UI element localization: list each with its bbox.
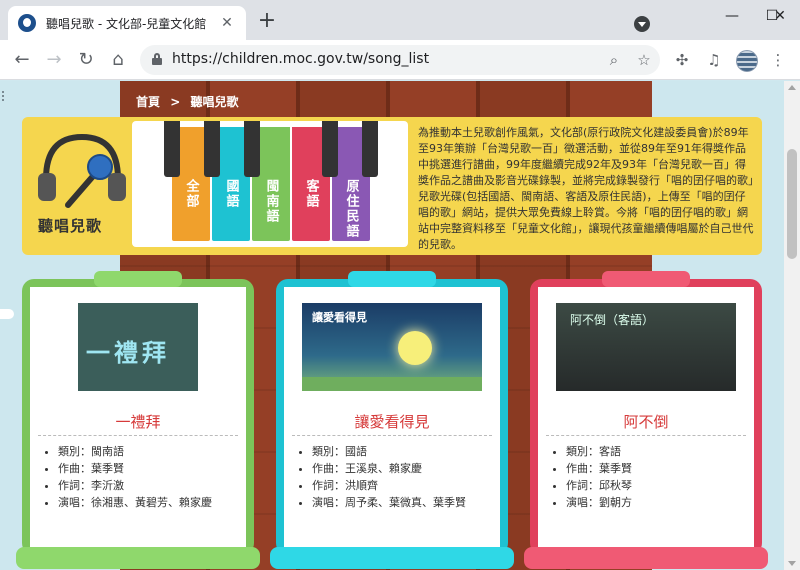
browser-tab[interactable]: 聽唱兒歌 - 文化部-兒童文化館 ✕ (8, 6, 246, 40)
page-scrollbar[interactable] (784, 81, 800, 570)
song-card-body: 阿不倒（客語） 阿不倒 類別：客語 作曲：葉季賢 作詞：邱秋琴 演唱：劉朝方 (538, 287, 754, 547)
zoom-icon[interactable]: ⌕ (604, 50, 624, 70)
song-card[interactable]: 一禮拜 一禮拜 類別：閩南語 作曲：葉季賢 作詞：李沂激 演唱：徐湘惠、黃碧芳、… (16, 271, 260, 569)
card-base (524, 547, 768, 569)
song-title[interactable]: 讓愛看得見 (284, 411, 500, 432)
breadcrumb-current: 聽唱兒歌 (190, 95, 239, 109)
song-category: 類別：客語 (566, 443, 632, 460)
category-key-label: 全部 (183, 179, 199, 209)
song-category: 類別：閩南語 (58, 443, 212, 460)
grass-decoration (302, 377, 482, 391)
scroll-up-arrow-icon[interactable] (788, 85, 796, 90)
piano-black-key (322, 121, 338, 177)
song-category: 類別：國語 (312, 443, 466, 460)
song-thumbnail[interactable]: 阿不倒（客語） (556, 303, 736, 391)
profile-avatar[interactable] (736, 50, 758, 72)
song-card[interactable]: 阿不倒（客語） 阿不倒 類別：客語 作曲：葉季賢 作詞：邱秋琴 演唱：劉朝方 (524, 271, 768, 569)
song-composer: 作曲：王溪泉、賴家慶 (312, 460, 466, 477)
song-info-list: 類別：閩南語 作曲：葉季賢 作詞：李沂激 演唱：徐湘惠、黃碧芳、賴家慶 (58, 443, 212, 511)
scrollbar-thumb[interactable] (787, 149, 797, 259)
intro-banner: 聽唱兒歌 全部 國語 閩南語 客語 原住民語 為推動本土兒歌創作風氣，文化部(原… (22, 117, 762, 255)
thumbnail-title: 讓愛看得見 (312, 311, 367, 324)
moon-icon (398, 331, 432, 365)
song-singers: 演唱：周予柔、葉微真、葉季賢 (312, 494, 466, 511)
song-lyricist: 作詞：洪順齊 (312, 477, 466, 494)
song-logo: 聽唱兒歌 (34, 127, 134, 245)
tab-close-icon[interactable]: ✕ (218, 15, 236, 31)
song-singers: 演唱：劉朝方 (566, 494, 632, 511)
forward-button[interactable]: → (42, 48, 66, 72)
song-info-list: 類別：國語 作曲：王溪泉、賴家慶 作詞：洪順齊 演唱：周予柔、葉微真、葉季賢 (312, 443, 466, 511)
card-tab (602, 271, 690, 287)
tab-strip: 聽唱兒歌 - 文化部-兒童文化館 ✕ + — ☐ ✕ (0, 0, 800, 40)
card-tab (348, 271, 436, 287)
back-button[interactable]: ← (10, 48, 34, 72)
song-card[interactable]: 讓愛看得見 讓愛看得見 類別：國語 作曲：王溪泉、賴家慶 作詞：洪順齊 演唱：周… (270, 271, 514, 569)
song-lyricist: 作詞：李沂激 (58, 477, 212, 494)
song-composer: 作曲：葉季賢 (566, 460, 632, 477)
media-queue-icon[interactable]: ♫ (704, 50, 724, 70)
minimize-button[interactable]: — (712, 4, 752, 28)
song-info-list: 類別：客語 作曲：葉季賢 作詞：邱秋琴 演唱：劉朝方 (566, 443, 632, 511)
piano-black-key (164, 121, 180, 177)
tab-search-icon[interactable] (634, 16, 650, 32)
song-card-body: 讓愛看得見 讓愛看得見 類別：國語 作曲：王溪泉、賴家慶 作詞：洪順齊 演唱：周… (284, 287, 500, 547)
song-lyricist: 作詞：邱秋琴 (566, 477, 632, 494)
home-button[interactable]: ⌂ (106, 48, 130, 72)
intro-text: 為推動本土兒歌創作風氣，文化部(原行政院文化建設委員會)於89年至93年策辦「台… (418, 126, 754, 251)
thumbnail-title: 一禮拜 (86, 339, 170, 367)
divider (546, 435, 746, 436)
lock-icon[interactable] (152, 53, 162, 65)
song-card-body: 一禮拜 一禮拜 類別：閩南語 作曲：葉季賢 作詞：李沂激 演唱：徐湘惠、黃碧芳、… (30, 287, 246, 547)
menu-kebab-icon[interactable]: ⋮ (768, 50, 788, 70)
song-title[interactable]: 一禮拜 (30, 411, 246, 432)
category-key-label: 閩南語 (263, 179, 279, 224)
category-key-label: 國語 (223, 179, 239, 209)
url-text[interactable]: https://children.moc.gov.tw/song_list (172, 51, 429, 67)
reload-button[interactable]: ↻ (74, 48, 98, 72)
tab-title: 聽唱兒歌 - 文化部-兒童文化館 (46, 16, 207, 31)
extensions-puzzle-icon[interactable]: ✣ (672, 50, 692, 70)
piano-black-key (244, 121, 260, 177)
card-base (16, 547, 260, 569)
side-tab (0, 309, 14, 319)
logo-text: 聽唱兒歌 (38, 217, 103, 235)
address-bar[interactable]: https://children.moc.gov.tw/song_list ⌕ … (140, 45, 660, 75)
close-window-button[interactable]: ✕ (760, 4, 800, 28)
bookmark-star-icon[interactable]: ☆ (634, 50, 654, 70)
song-thumbnail[interactable]: 一禮拜 (78, 303, 198, 391)
new-tab-button[interactable]: + (256, 10, 278, 32)
song-title[interactable]: 阿不倒 (538, 411, 754, 432)
category-piano: 全部 國語 閩南語 客語 原住民語 (132, 121, 408, 247)
scroll-down-arrow-icon[interactable] (788, 561, 796, 566)
piano-black-key (362, 121, 378, 177)
card-base (270, 547, 514, 569)
category-key-label: 原住民語 (343, 179, 359, 239)
breadcrumb: 首頁 > 聽唱兒歌 (136, 93, 244, 110)
breadcrumb-home-link[interactable]: 首頁 (136, 95, 160, 109)
site-favicon-icon (18, 14, 36, 32)
browser-toolbar: ← → ↻ ⌂ https://children.moc.gov.tw/song… (0, 40, 800, 80)
headphones-microphone-icon (38, 133, 126, 208)
piano-black-key (204, 121, 220, 177)
song-composer: 作曲：葉季賢 (58, 460, 212, 477)
page-viewport: 首頁 > 聽唱兒歌 聽唱兒歌 全部 國語 閩南語 客語 原住民語 為推動本土兒歌… (0, 81, 784, 570)
category-key-label: 客語 (303, 179, 319, 209)
song-singers: 演唱：徐湘惠、黃碧芳、賴家慶 (58, 494, 212, 511)
dotted-handle-icon (2, 91, 8, 101)
card-tab (94, 271, 182, 287)
thumbnail-title: 阿不倒（客語） (570, 313, 655, 327)
breadcrumb-separator: > (170, 95, 181, 109)
divider (292, 435, 492, 436)
song-thumbnail[interactable]: 讓愛看得見 (302, 303, 482, 391)
divider (38, 435, 238, 436)
